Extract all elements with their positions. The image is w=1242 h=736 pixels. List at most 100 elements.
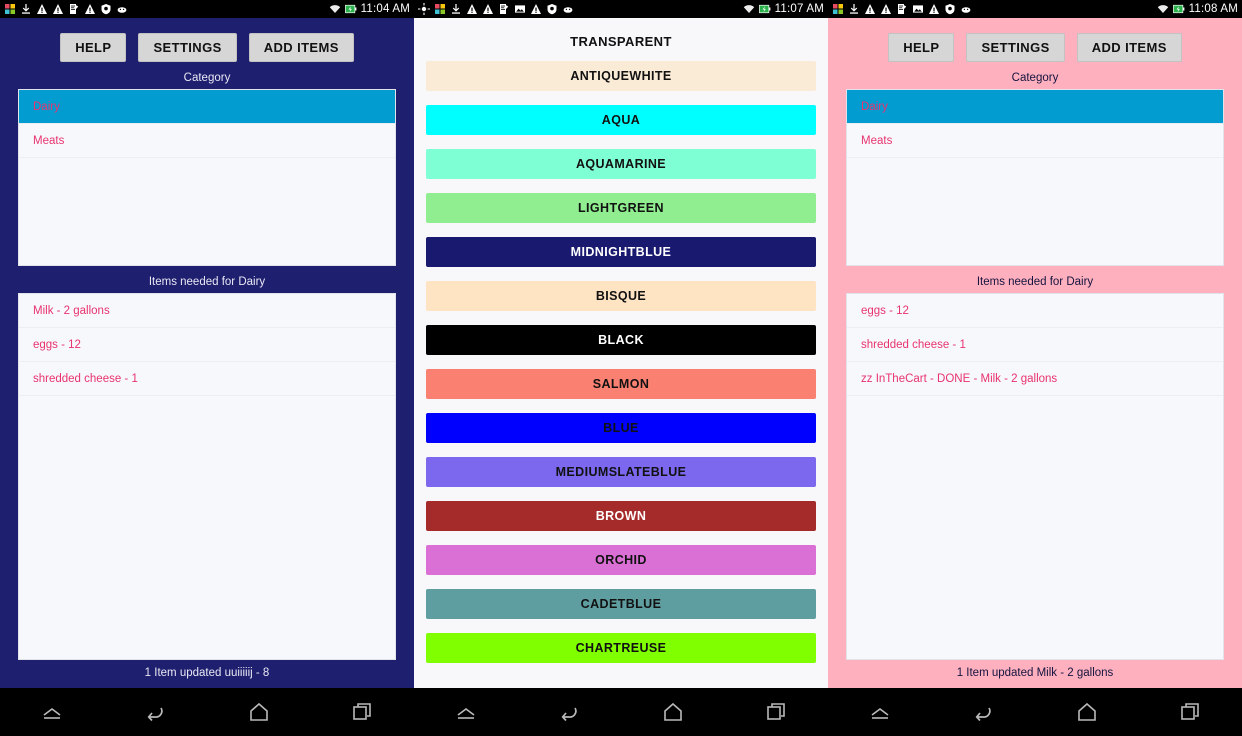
items-needed-label: Items needed for Dairy (976, 276, 1094, 288)
toolbar: HELP SETTINGS ADD ITEMS (18, 18, 396, 62)
items-list[interactable]: eggs - 12 shredded cheese - 1 zz InTheCa… (846, 293, 1224, 660)
color-list[interactable]: ANTIQUEWHITE AQUA AQUAMARINE LIGHTGREEN MIDN… (414, 61, 828, 688)
warning-icon (530, 3, 542, 15)
shield-icon (944, 3, 956, 15)
back-icon[interactable] (970, 699, 996, 725)
recents-icon[interactable] (1177, 699, 1203, 725)
color-row[interactable]: BLUE (426, 413, 816, 443)
color-row[interactable]: BISQUE (426, 281, 816, 311)
battery-charging-icon (1172, 3, 1185, 15)
list-item[interactable]: shredded cheese - 1 (847, 328, 1223, 362)
category-label-text: Meats (33, 134, 65, 147)
settings-button[interactable]: SETTINGS (966, 33, 1065, 62)
category-list[interactable]: Dairy Meats (846, 89, 1224, 266)
status-bar-icons (418, 3, 743, 15)
color-row[interactable]: CADETBLUE (426, 589, 816, 619)
category-list[interactable]: Dairy Meats (18, 89, 396, 266)
status-bar: 11:04 AM (0, 0, 414, 18)
list-item[interactable]: Milk - 2 gallons (19, 294, 395, 328)
home-icon[interactable] (1074, 699, 1100, 725)
list-item[interactable]: eggs - 12 (19, 328, 395, 362)
item-label: Milk - 2 gallons (33, 304, 110, 317)
app-content-colors: TRANSPARENT ANTIQUEWHITE AQUA AQUAMARINE LI… (414, 18, 828, 688)
category-label-text: Dairy (861, 100, 888, 113)
status-bar-clock: 11:04 AM (360, 3, 410, 15)
category-row-dairy[interactable]: Dairy (19, 90, 395, 124)
warning-icon (84, 3, 96, 15)
add-items-button[interactable]: ADD ITEMS (1076, 33, 1182, 62)
note-edit-icon (896, 3, 908, 15)
app-icon (434, 3, 446, 15)
color-row[interactable]: BLACK (426, 325, 816, 355)
list-item[interactable]: zz InTheCart - DONE - Milk - 2 gallons (847, 362, 1223, 396)
system-nav-bar (414, 688, 828, 736)
toolbar: HELP SETTINGS ADD ITEMS (846, 18, 1224, 62)
image-icon (912, 3, 924, 15)
status-bar: 11:08 AM (828, 0, 1242, 18)
color-row[interactable]: SALMON (426, 369, 816, 399)
system-nav-bar (0, 688, 414, 736)
category-row-dairy[interactable]: Dairy (847, 90, 1223, 124)
battery-charging-icon (758, 3, 771, 15)
status-message: 1 Item updated Milk - 2 gallons (956, 667, 1114, 679)
warning-icon (880, 3, 892, 15)
download-icon (20, 3, 32, 15)
three-panel-screenshot: 11:04 AM HELP SETTINGS ADD ITEMS Categor… (0, 0, 1242, 736)
list-item[interactable]: eggs - 12 (847, 294, 1223, 328)
shield-icon (546, 3, 558, 15)
status-bar-right: 11:04 AM (329, 3, 410, 15)
wifi-icon (329, 3, 341, 15)
items-list[interactable]: Milk - 2 gallons eggs - 12 shredded chee… (18, 293, 396, 660)
settings-button[interactable]: SETTINGS (138, 33, 237, 62)
list-item[interactable]: shredded cheese - 1 (19, 362, 395, 396)
image-icon (514, 3, 526, 15)
color-row[interactable]: BROWN (426, 501, 816, 531)
wifi-icon (743, 3, 755, 15)
add-items-button[interactable]: ADD ITEMS (248, 33, 354, 62)
download-icon (450, 3, 462, 15)
recents-icon[interactable] (349, 699, 375, 725)
app-icon (832, 3, 844, 15)
status-bar: 11:07 AM (414, 0, 828, 18)
color-row[interactable]: MIDNIGHTBLUE (426, 237, 816, 267)
warning-icon (482, 3, 494, 15)
home-icon[interactable] (246, 699, 272, 725)
item-label: shredded cheese - 1 (33, 372, 138, 385)
item-label: shredded cheese - 1 (861, 338, 966, 351)
panel-colors: 11:07 AM TRANSPARENT ANTIQUEWHITE AQUA AQU… (414, 0, 828, 736)
menu-up-icon[interactable] (453, 699, 479, 725)
app-content-pink: HELP SETTINGS ADD ITEMS Category Dairy M… (828, 18, 1242, 688)
home-icon[interactable] (660, 699, 686, 725)
help-button[interactable]: HELP (888, 33, 955, 62)
items-needed-label: Items needed for Dairy (148, 276, 266, 288)
warning-icon (52, 3, 64, 15)
status-message: 1 Item updated uuiiiiij - 8 (144, 667, 270, 679)
note-edit-icon (498, 3, 510, 15)
android-icon (562, 3, 574, 15)
color-row[interactable]: MEDIUMSLATEBLUE (426, 457, 816, 487)
status-bar-icons (4, 3, 329, 15)
help-button[interactable]: HELP (60, 33, 127, 62)
recents-icon[interactable] (763, 699, 789, 725)
color-row[interactable]: LIGHTGREEN (426, 193, 816, 223)
color-row[interactable]: CHARTREUSE (426, 633, 816, 663)
category-row-meats[interactable]: Meats (847, 124, 1223, 158)
shield-icon (100, 3, 112, 15)
gps-icon (418, 3, 430, 15)
back-icon[interactable] (556, 699, 582, 725)
category-row-meats[interactable]: Meats (19, 124, 395, 158)
color-row[interactable]: ANTIQUEWHITE (426, 61, 816, 91)
warning-icon (466, 3, 478, 15)
back-icon[interactable] (142, 699, 168, 725)
status-bar-icons (832, 3, 1157, 15)
color-row[interactable]: AQUA (426, 105, 816, 135)
system-nav-bar (828, 688, 1242, 736)
category-label-text: Meats (861, 134, 893, 147)
battery-charging-icon (344, 3, 357, 15)
note-edit-icon (68, 3, 80, 15)
color-row[interactable]: AQUAMARINE (426, 149, 816, 179)
color-row[interactable]: ORCHID (426, 545, 816, 575)
warning-icon (928, 3, 940, 15)
menu-up-icon[interactable] (867, 699, 893, 725)
menu-up-icon[interactable] (39, 699, 65, 725)
